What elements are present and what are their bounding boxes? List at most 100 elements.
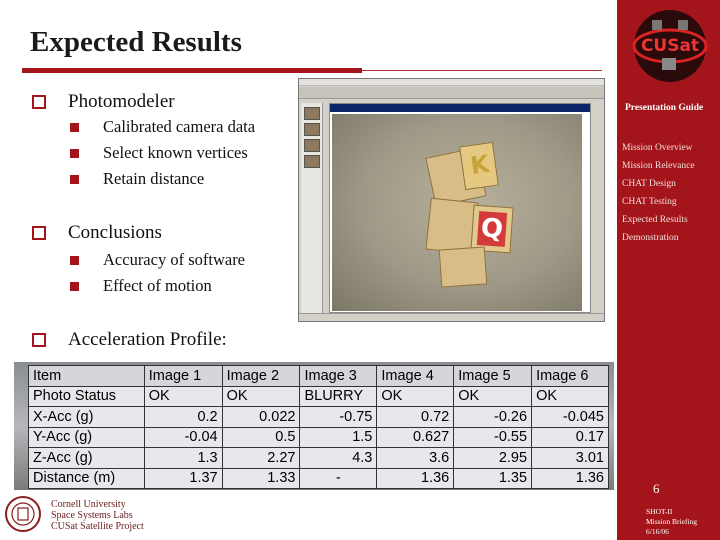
table-row: Photo Status OK OK BLURRY OK OK OK — [28, 385, 609, 407]
nav-item-mission-overview[interactable]: Mission Overview — [622, 143, 692, 153]
bullet-photomodeler: Photomodeler — [32, 91, 175, 113]
table-cell: 1.35 — [453, 467, 533, 489]
table-row-label: Distance (m) — [28, 467, 145, 489]
bullet-square-icon — [70, 122, 79, 132]
table-cell: -0.75 — [299, 406, 378, 428]
block-letter-q: Q — [476, 211, 508, 247]
nav-item-expected-results[interactable]: Expected Results — [622, 215, 688, 225]
footer-affiliation: Cornell University Space Systems Labs CU… — [51, 499, 144, 532]
table-row-label: X-Acc (g) — [28, 406, 145, 428]
presentation-sidebar: CUSat Presentation Guide Mission Overvie… — [617, 0, 720, 540]
screenshot-toolbar — [299, 87, 604, 99]
bullet-photomodeler-label: Photomodeler — [68, 91, 175, 112]
blocks-photo: K Q — [332, 114, 582, 311]
table-header-cell: Image 3 — [299, 365, 378, 387]
bullet-conclusions: Conclusions — [32, 222, 162, 244]
sub-bullet: Accuracy of software — [70, 250, 245, 270]
table-cell: 3.6 — [376, 447, 455, 469]
bullet-square-icon — [70, 148, 79, 158]
photomodeler-screenshot: K Q — [298, 78, 605, 322]
wooden-block: K — [459, 141, 499, 191]
bullet-square-icon — [70, 174, 79, 184]
table-row-label: Y-Acc (g) — [28, 426, 145, 448]
table-cell: 0.72 — [376, 406, 455, 428]
table-cell: - — [299, 467, 378, 489]
logo-text: CUSat — [641, 36, 699, 56]
table-cell: 1.36 — [376, 467, 455, 489]
briefing-line: SHOT-II — [646, 507, 673, 516]
sub-bullet: Calibrated camera data — [70, 117, 255, 137]
table-row-label: Z-Acc (g) — [28, 447, 145, 469]
table-cell: 0.627 — [376, 426, 455, 448]
nav-item-demonstration[interactable]: Demonstration — [622, 233, 678, 243]
table-row-label: Photo Status — [28, 385, 145, 407]
bullet-square-icon — [70, 281, 79, 291]
table-cell: 1.33 — [221, 467, 301, 489]
screenshot-thumbnail — [304, 123, 320, 136]
table-cell: 1.5 — [299, 426, 378, 448]
bullet-box-icon — [32, 333, 46, 347]
nav-item-mission-relevance[interactable]: Mission Relevance — [622, 161, 695, 171]
table-cell: 4.3 — [299, 447, 378, 469]
table-cell: -0.26 — [453, 406, 533, 428]
table-cell: OK — [453, 385, 533, 407]
title-divider — [22, 68, 362, 73]
sub-bullet: Retain distance — [70, 169, 204, 189]
sub-bullet-label: Calibrated camera data — [103, 117, 256, 136]
screenshot-thumbnail — [304, 139, 320, 152]
table-cell: OK — [143, 385, 223, 407]
nav-item-chat-testing[interactable]: CHAT Testing — [622, 197, 677, 207]
bullet-acceleration: Acceleration Profile: — [32, 329, 227, 351]
table-header-cell: Item — [28, 365, 145, 387]
screenshot-thumbnail — [304, 155, 320, 168]
table-cell: OK — [531, 385, 609, 407]
bullet-conclusions-label: Conclusions — [68, 222, 162, 243]
page-title: Expected Results — [30, 26, 242, 58]
briefing-line: Mission Briefing — [646, 517, 698, 526]
table-cell: 0.5 — [221, 426, 301, 448]
table-cell: BLURRY — [299, 385, 378, 407]
table-cell: OK — [376, 385, 455, 407]
table-cell: 1.36 — [531, 467, 609, 489]
table-header-cell: Image 1 — [143, 365, 223, 387]
bullet-square-icon — [70, 255, 79, 265]
table-cell: 2.95 — [453, 447, 533, 469]
sub-bullet: Select known vertices — [70, 143, 248, 163]
acceleration-table: Item Image 1 Image 2 Image 3 Image 4 Ima… — [28, 365, 609, 489]
screenshot-thumbnail-strip — [301, 103, 323, 313]
table-row: X-Acc (g) 0.2 0.022 -0.75 0.72 -0.26 -0.… — [28, 406, 609, 428]
screenshot-document-window: K Q — [329, 103, 591, 313]
screenshot-menubar — [299, 79, 604, 86]
table-cell: 0.022 — [221, 406, 301, 428]
sub-bullet-label: Accuracy of software — [103, 250, 246, 269]
briefing-line: 6/16/06 — [646, 527, 669, 536]
table-cell: -0.55 — [453, 426, 533, 448]
sub-bullet: Effect of motion — [70, 276, 212, 296]
table-row: Y-Acc (g) -0.04 0.5 1.5 0.627 -0.55 0.17 — [28, 426, 609, 448]
table-cell: 2.27 — [221, 447, 301, 469]
footer-line: Space Systems Labs — [51, 510, 133, 521]
block-letter-k: K — [468, 149, 492, 181]
briefing-info: SHOT-II Mission Briefing 6/16/06 — [646, 507, 697, 537]
bullet-acceleration-label: Acceleration Profile: — [68, 329, 227, 350]
table-header-cell: Image 5 — [453, 365, 533, 387]
table-cell: -0.04 — [143, 426, 223, 448]
table-row: Distance (m) 1.37 1.33 - 1.36 1.35 1.36 — [28, 467, 609, 489]
table-row: Z-Acc (g) 1.3 2.27 4.3 3.6 2.95 3.01 — [28, 447, 609, 469]
screenshot-thumbnail — [304, 107, 320, 120]
nav-item-chat-design[interactable]: CHAT Design — [622, 179, 676, 189]
table-cell: OK — [221, 385, 301, 407]
cusat-logo-icon: CUSat — [632, 10, 708, 82]
cornell-seal-icon — [5, 496, 41, 532]
wooden-block — [438, 246, 488, 288]
screenshot-window-titlebar — [330, 104, 590, 112]
presentation-guide-title: Presentation Guide — [625, 103, 704, 113]
table-cell: 1.37 — [143, 467, 223, 489]
table-cell: 0.2 — [143, 406, 223, 428]
table-cell: 3.01 — [531, 447, 609, 469]
footer-line: Cornell University — [51, 499, 126, 510]
table-header-row: Item Image 1 Image 2 Image 3 Image 4 Ima… — [28, 365, 609, 387]
sub-bullet-label: Effect of motion — [103, 276, 212, 295]
table-cell: 1.3 — [143, 447, 223, 469]
bullet-box-icon — [32, 95, 46, 109]
